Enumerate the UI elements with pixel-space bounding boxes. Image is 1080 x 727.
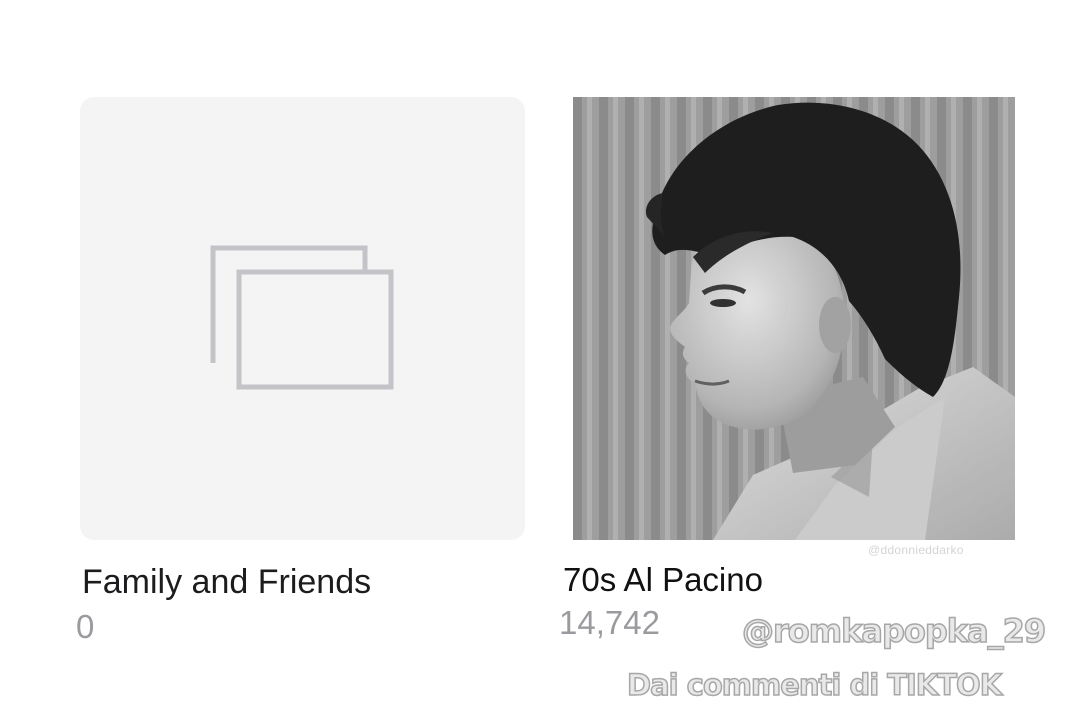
album-thumbnail-empty[interactable]: [80, 97, 525, 540]
album-family-and-friends[interactable]: Family and Friends 0: [76, 97, 525, 646]
album-title: 70s Al Pacino: [563, 561, 763, 598]
album-70s-al-pacino[interactable]: 70s Al Pacino 14,742: [559, 97, 1015, 642]
tiktok-username-watermark: @romkapopka_29: [741, 611, 1047, 651]
portrait-photo: [573, 97, 1015, 540]
album-title: Family and Friends: [82, 563, 372, 601]
album-thumbnail-photo[interactable]: [573, 97, 1015, 540]
tiktok-source-watermark: Dai commenti di TIKTOK: [626, 667, 1003, 703]
photo-stack-icon: [210, 245, 394, 390]
album-photo-count: 0: [76, 608, 95, 645]
photo-credit-watermark: @ddonnieddarko: [868, 543, 964, 557]
